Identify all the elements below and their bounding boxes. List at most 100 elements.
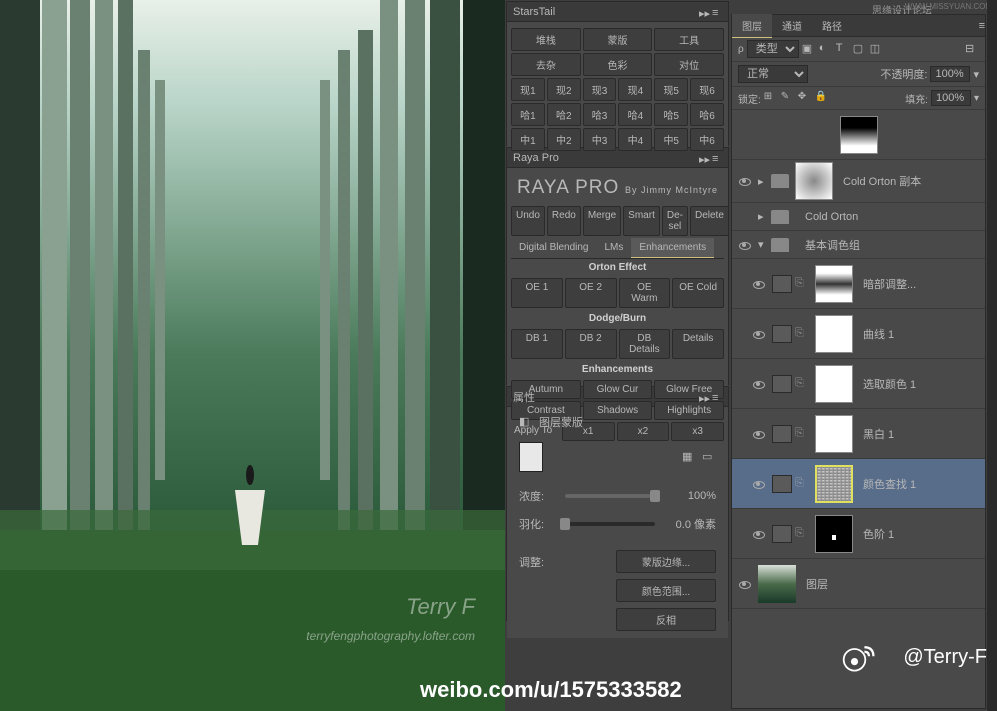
lock-pixels-icon[interactable]: ✎	[781, 91, 795, 105]
link-icon[interactable]: ⎘	[795, 427, 809, 441]
layer-row-levels[interactable]: ⎘ 色阶 1	[732, 509, 985, 559]
st-btn[interactable]: 中4	[618, 128, 652, 151]
st-btn[interactable]: 工具	[654, 28, 724, 51]
link-icon[interactable]: ⎘	[795, 477, 809, 491]
visibility-toggle[interactable]	[750, 326, 766, 342]
layer-label[interactable]: Cold Orton	[805, 211, 981, 223]
tab-layers[interactable]: 图层	[732, 14, 772, 38]
lock-transparency-icon[interactable]: ⊞	[764, 91, 778, 105]
mask-thumb[interactable]	[815, 265, 853, 303]
folder-toggle-icon[interactable]: ▸	[758, 210, 768, 223]
layer-label[interactable]: 暗部调整...	[863, 276, 981, 292]
blend-mode-select[interactable]: 正常	[738, 65, 808, 83]
raya-smart[interactable]: Smart	[623, 206, 660, 236]
db2-button[interactable]: DB 2	[565, 329, 617, 359]
feather-slider[interactable]	[565, 522, 655, 526]
mask-edge-button[interactable]: 蒙版边缘...	[616, 550, 716, 573]
mask-thumb[interactable]	[815, 365, 853, 403]
raya-undo[interactable]: Undo	[511, 206, 545, 236]
layer-group-basic[interactable]: ▾ 基本调色组	[732, 231, 985, 259]
filter-type-icon[interactable]: T	[836, 42, 850, 56]
mask-thumb[interactable]	[815, 515, 853, 553]
panel-collapse-icon[interactable]: ▸▸	[699, 7, 709, 17]
link-icon[interactable]: ⎘	[795, 327, 809, 341]
mask-thumb[interactable]	[815, 465, 853, 503]
visibility-toggle[interactable]	[750, 476, 766, 492]
st-btn[interactable]: 哈4	[618, 103, 652, 126]
st-btn[interactable]: 中5	[654, 128, 688, 151]
collapsed-right-dock[interactable]	[987, 0, 997, 711]
st-btn[interactable]: 中1	[511, 128, 545, 151]
raya-delete[interactable]: Delete	[690, 206, 729, 236]
st-btn[interactable]: 哈5	[654, 103, 688, 126]
layer-label[interactable]: 颜色查找 1	[863, 476, 981, 492]
panel-collapse-icon[interactable]: ▸▸	[699, 392, 709, 402]
layer-row-dark-adjust[interactable]: ⎘ 暗部调整...	[732, 259, 985, 309]
vector-mask-icon[interactable]: ▭	[702, 450, 716, 464]
density-slider[interactable]	[565, 494, 655, 498]
fill-value[interactable]: 100%	[931, 90, 971, 106]
panel-menu-icon[interactable]: ≡	[712, 392, 722, 402]
layer-label[interactable]: 黑白 1	[863, 426, 981, 442]
panel-collapse-icon[interactable]: ▸▸	[699, 153, 709, 163]
folder-toggle-icon[interactable]: ▾	[758, 238, 768, 251]
visibility-toggle[interactable]	[736, 209, 752, 225]
db1-button[interactable]: DB 1	[511, 329, 563, 359]
oe2-button[interactable]: OE 2	[565, 278, 617, 308]
layer-row-image[interactable]: 图层	[732, 559, 985, 609]
opacity-value[interactable]: 100%	[930, 66, 970, 82]
raya-merge[interactable]: Merge	[583, 206, 621, 236]
layer-row[interactable]	[732, 110, 985, 160]
layer-label[interactable]: 选取颜色 1	[863, 376, 981, 392]
apply-x2[interactable]: x2	[617, 422, 670, 441]
fill-dropdown-icon[interactable]: ▾	[974, 93, 979, 104]
layers-list[interactable]: ▸ Cold Orton 副本 ▸ Cold Orton ▾	[732, 110, 985, 675]
layer-group-cold-orton[interactable]: ▸ Cold Orton	[732, 203, 985, 231]
layer-group-cold-orton-copy[interactable]: ▸ Cold Orton 副本	[732, 160, 985, 203]
st-btn[interactable]: 中6	[690, 128, 724, 151]
oewarm-button[interactable]: OE Warm	[619, 278, 671, 308]
layer-label[interactable]: 色阶 1	[863, 526, 981, 542]
raya-tab-blending[interactable]: Digital Blending	[511, 238, 597, 258]
dbdetails-button[interactable]: DB Details	[619, 329, 671, 359]
visibility-toggle[interactable]	[736, 173, 752, 189]
filter-adjust-icon[interactable]: ◐	[819, 42, 833, 56]
layer-label[interactable]: 基本调色组	[805, 237, 981, 253]
mask-thumb[interactable]	[815, 415, 853, 453]
raya-desel[interactable]: De-sel	[662, 206, 688, 236]
feather-value[interactable]: 0.0 像素	[661, 516, 716, 532]
layer-filter-select[interactable]: 类型	[747, 40, 799, 58]
layer-row-curves[interactable]: ⎘ 曲线 1	[732, 309, 985, 359]
mask-preview-thumb[interactable]	[519, 442, 543, 472]
details-button[interactable]: Details	[672, 329, 724, 359]
visibility-toggle[interactable]	[736, 576, 752, 592]
st-btn[interactable]: 现1	[511, 78, 545, 101]
folder-toggle-icon[interactable]: ▸	[758, 175, 768, 188]
visibility-toggle[interactable]	[750, 276, 766, 292]
density-value[interactable]: 100%	[661, 490, 716, 502]
mask-thumb[interactable]	[815, 315, 853, 353]
visibility-toggle[interactable]	[750, 426, 766, 442]
tab-channels[interactable]: 通道	[772, 14, 812, 37]
raya-tab-enhancements[interactable]: Enhancements	[631, 238, 714, 258]
st-btn[interactable]: 哈3	[583, 103, 617, 126]
st-btn[interactable]: 蒙版	[583, 28, 653, 51]
st-btn[interactable]: 哈2	[547, 103, 581, 126]
st-btn[interactable]: 中2	[547, 128, 581, 151]
visibility-toggle[interactable]	[750, 376, 766, 392]
filter-toggle-icon[interactable]: ⊟	[965, 42, 979, 56]
pixel-mask-icon[interactable]: ▦	[682, 450, 696, 464]
panel-menu-icon[interactable]: ≡	[712, 7, 722, 17]
raya-redo[interactable]: Redo	[547, 206, 581, 236]
image-thumb[interactable]	[758, 565, 796, 603]
tab-paths[interactable]: 路径	[812, 14, 852, 37]
apply-x3[interactable]: x3	[671, 422, 724, 441]
mask-thumb[interactable]	[840, 116, 878, 154]
visibility-toggle[interactable]	[736, 237, 752, 253]
filter-image-icon[interactable]: ▣	[802, 42, 816, 56]
oe1-button[interactable]: OE 1	[511, 278, 563, 308]
st-btn[interactable]: 现4	[618, 78, 652, 101]
layer-label[interactable]: 曲线 1	[863, 326, 981, 342]
invert-button[interactable]: 反相	[616, 608, 716, 631]
panel-menu-icon[interactable]: ≡	[712, 153, 722, 163]
